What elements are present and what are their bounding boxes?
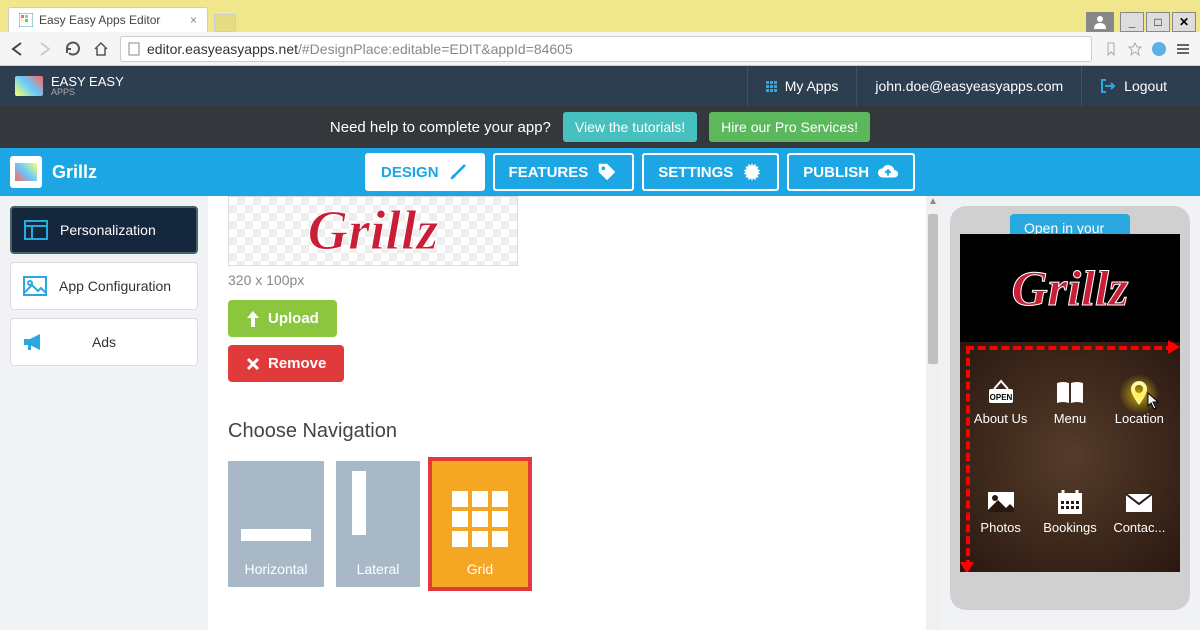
current-app-name: Grillz [10, 156, 97, 188]
scrollbar[interactable]: ▲ [926, 196, 940, 630]
logo-dimensions: 320 x 100px [228, 272, 920, 288]
grid-icon [766, 81, 777, 92]
chrome-menu-icon[interactable] [1174, 40, 1192, 58]
main-nav-bar: Grillz DESIGN FEATURES SETTINGS PUBLISH [0, 148, 1200, 196]
svg-text:OPEN: OPEN [989, 393, 1012, 402]
star-icon[interactable] [1126, 40, 1144, 58]
my-apps-link[interactable]: My Apps [747, 66, 857, 106]
browser-chrome-top: Easy Easy Apps Editor × _ □ ✕ [0, 0, 1200, 32]
user-email[interactable]: john.doe@easyeasyapps.com [856, 66, 1081, 106]
nav-option-grid[interactable]: Grid [432, 461, 528, 587]
window-minimize-icon[interactable]: _ [1120, 12, 1144, 32]
sidebar-item-app-config[interactable]: App Configuration [10, 262, 198, 310]
phone-item-photos[interactable]: Photos [966, 457, 1035, 566]
horizontal-icon [241, 529, 311, 541]
sidebar: Personalization App Configuration Ads [0, 196, 208, 630]
main-area: Personalization App Configuration Ads Gr… [0, 196, 1200, 630]
remove-button[interactable]: Remove [228, 345, 344, 382]
sidebar-item-ads[interactable]: Ads [10, 318, 198, 366]
cloud-upload-icon [877, 161, 899, 183]
sidebar-item-personalization[interactable]: Personalization [10, 206, 198, 254]
upload-button[interactable]: Upload [228, 300, 337, 337]
tag-icon [596, 161, 618, 183]
brand-text: EASY EASY APPS [51, 75, 124, 97]
help-prompt: Need help to complete your app? [330, 119, 551, 136]
my-apps-label: My Apps [785, 78, 839, 94]
scrollbar-up-icon[interactable]: ▲ [926, 196, 940, 210]
content-panel: Grillz 320 x 100px Upload Remove Choose … [208, 196, 940, 630]
phone-frame: Open in your phone Grillz OPEN About Us … [950, 206, 1190, 610]
close-icon [246, 357, 260, 371]
chrome-user-icon[interactable] [1086, 12, 1114, 32]
help-bar: Need help to complete your app? View the… [0, 106, 1200, 148]
logo-preview: Grillz [228, 196, 518, 266]
layout-icon [24, 220, 48, 240]
cursor-icon [1147, 392, 1161, 410]
page-icon [127, 42, 141, 56]
view-tutorials-button[interactable]: View the tutorials! [563, 112, 697, 142]
arrow-down-icon [960, 562, 974, 572]
phone-item-menu[interactable]: Menu [1035, 348, 1104, 457]
nav-option-horizontal[interactable]: Horizontal [228, 461, 324, 587]
tab-favicon [19, 13, 33, 27]
extension-icon[interactable] [1150, 40, 1168, 58]
reload-icon[interactable] [64, 40, 82, 58]
grid-icon [452, 491, 508, 547]
book-icon [1055, 379, 1085, 407]
url-bar[interactable]: editor.easyeasyapps.net/#DesignPlace:edi… [120, 36, 1092, 62]
choose-navigation-title: Choose Navigation [228, 420, 920, 443]
nav-option-lateral[interactable]: Lateral [336, 461, 420, 587]
tab-publish[interactable]: PUBLISH [787, 153, 915, 191]
upload-icon [246, 311, 260, 327]
image-icon [23, 276, 47, 296]
app-header: EASY EASY APPS My Apps john.doe@easyeasy… [0, 66, 1200, 106]
brush-icon [447, 161, 469, 183]
phone-item-bookings[interactable]: Bookings [1035, 457, 1104, 566]
browser-nav-bar: editor.easyeasyapps.net/#DesignPlace:edi… [0, 32, 1200, 66]
app-brand[interactable]: EASY EASY APPS [15, 75, 124, 97]
phone-item-location[interactable]: Location [1105, 348, 1174, 457]
window-close-icon[interactable]: ✕ [1172, 12, 1196, 32]
phone-logo-text: Grillz [1012, 259, 1129, 317]
hire-pro-button[interactable]: Hire our Pro Services! [709, 112, 870, 142]
tab-bar: Easy Easy Apps Editor × [0, 7, 1086, 32]
new-tab-button[interactable] [214, 14, 236, 32]
phone-item-contact[interactable]: Contac... [1105, 457, 1174, 566]
phone-app-grid: OPEN About Us Menu Location [960, 342, 1180, 572]
tab-features[interactable]: FEATURES [493, 153, 635, 191]
scrollbar-thumb[interactable] [928, 214, 938, 364]
tab-close-icon[interactable]: × [190, 13, 197, 27]
arrow-right-icon [1168, 340, 1180, 354]
phone-logo-area: Grillz [960, 234, 1180, 342]
bookmark-icon[interactable] [1102, 40, 1120, 58]
back-icon[interactable] [8, 40, 26, 58]
window-maximize-icon[interactable]: □ [1146, 12, 1170, 32]
tab-settings[interactable]: SETTINGS [642, 153, 779, 191]
navigation-options: Horizontal Lateral Grid [228, 461, 920, 587]
window-controls: _ □ ✕ [1086, 10, 1200, 32]
url-text: editor.easyeasyapps.net/#DesignPlace:edi… [147, 41, 573, 57]
brand-icon [15, 76, 43, 96]
forward-icon[interactable] [36, 40, 54, 58]
logout-icon [1100, 78, 1116, 94]
phone-preview-panel: Open in your phone Grillz OPEN About Us … [940, 196, 1200, 630]
app-icon [10, 156, 42, 188]
sidebar-item-label: Personalization [60, 222, 156, 238]
home-icon[interactable] [92, 40, 110, 58]
browser-tab[interactable]: Easy Easy Apps Editor × [8, 7, 208, 32]
megaphone-icon [22, 332, 46, 352]
logo-preview-text: Grillz [308, 199, 439, 263]
calendar-icon [1055, 488, 1085, 516]
gear-icon [741, 161, 763, 183]
phone-screen: Grillz OPEN About Us Menu [960, 234, 1180, 572]
tab-title: Easy Easy Apps Editor [39, 13, 160, 27]
logout-link[interactable]: Logout [1081, 66, 1185, 106]
sidebar-item-label: App Configuration [59, 278, 171, 294]
tab-design[interactable]: DESIGN [365, 153, 485, 191]
photo-icon [986, 488, 1016, 516]
envelope-icon [1124, 488, 1154, 516]
open-sign-icon: OPEN [986, 379, 1016, 407]
phone-item-about[interactable]: OPEN About Us [966, 348, 1035, 457]
sidebar-item-label: Ads [92, 334, 116, 350]
